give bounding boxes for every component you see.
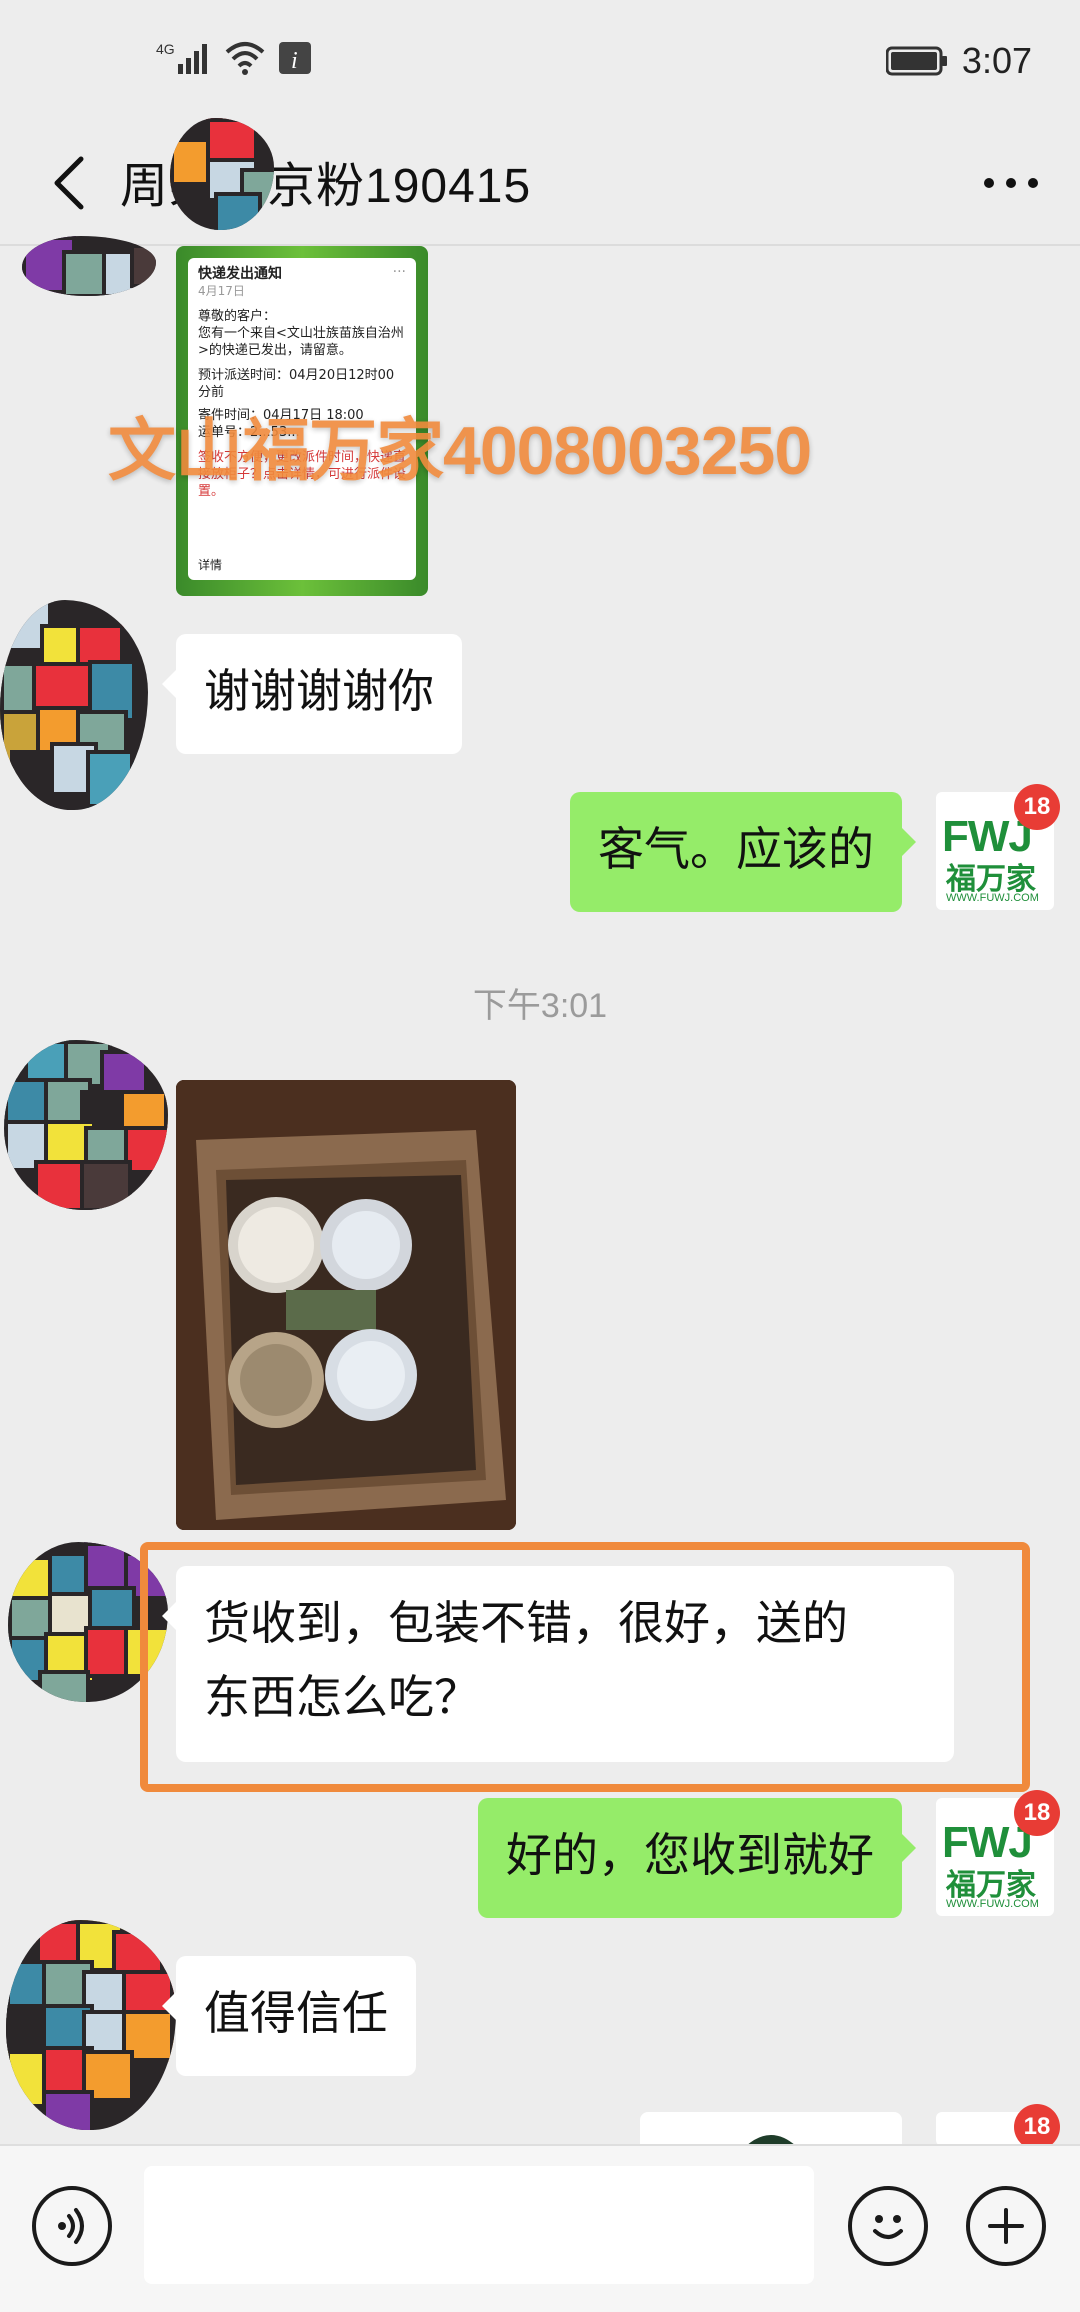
self-avatar[interactable]: FWJ 福万家 WWW.FUWJ.COM 18 <box>936 1790 1060 1916</box>
info-icon: i <box>279 42 311 74</box>
chevron-left-icon <box>54 156 84 210</box>
shared-photo[interactable] <box>176 1080 516 1530</box>
contact-avatar[interactable] <box>4 1040 168 1210</box>
message-bubble-out[interactable]: 好的，您收到就好 <box>478 1798 916 1918</box>
chat-header: 周某北京粉190415 <box>0 122 1080 246</box>
self-avatar[interactable]: 18 <box>936 2104 1060 2150</box>
fwj-logo-url: WWW.FUWJ.COM <box>946 892 1039 904</box>
status-bar: 4G i 3:07 <box>0 0 1080 122</box>
svg-text:4G: 4G <box>156 41 175 57</box>
contact-avatar[interactable] <box>6 1920 176 2130</box>
signal-icon: 4G <box>156 41 207 74</box>
notification-title: 快递发出通知 <box>198 266 282 282</box>
voice-button[interactable] <box>32 2186 112 2266</box>
plus-button[interactable] <box>966 2186 1046 2266</box>
title-mosaic <box>170 118 274 230</box>
voice-icon <box>58 2208 84 2244</box>
notification-detail-link[interactable]: 详情 <box>198 557 222 574</box>
message-bubble-in[interactable]: 值得信任 <box>162 1956 416 2076</box>
package-photo-image <box>176 1080 516 1530</box>
status-icons-right: 3:07 <box>885 40 1032 82</box>
more-dots-icon <box>984 178 1038 188</box>
emoji-icon <box>873 2215 903 2239</box>
self-avatar[interactable]: FWJ 福万家 WWW.FUWJ.COM 18 <box>936 784 1060 910</box>
partial-logo-icon <box>746 2135 796 2146</box>
battery-icon <box>885 46 947 76</box>
time-separator: 下午3:01 <box>472 987 608 1025</box>
contact-avatar[interactable] <box>0 600 148 810</box>
wifi-icon <box>225 42 265 75</box>
age-badge: 18 <box>1014 784 1060 830</box>
card-more-icon: ··· <box>392 264 406 280</box>
status-time: 3:07 <box>961 40 1032 81</box>
message-input[interactable] <box>144 2166 814 2284</box>
watermark-text: 文山福万家4008003250 <box>108 413 812 489</box>
partial-card-message[interactable] <box>640 2112 902 2146</box>
plus-icon <box>988 2208 1024 2244</box>
notification-body: 您有一个来自<文山壮族苗族自治州>的快递已发出，请留意。 <box>198 326 404 358</box>
back-button[interactable] <box>34 144 104 222</box>
message-bubble-in[interactable]: 谢谢谢谢你 <box>162 634 462 754</box>
emoji-button[interactable] <box>848 2186 928 2266</box>
svg-text:i: i <box>291 48 298 74</box>
message-bubble-out[interactable]: 客气。应该的 <box>570 792 916 912</box>
highlight-frame <box>140 1542 1030 1792</box>
status-icons-left: 4G i <box>156 40 312 76</box>
fwj-logo-url: WWW.FUWJ.COM <box>946 1898 1039 1910</box>
more-button[interactable] <box>976 158 1046 208</box>
contact-avatar[interactable] <box>22 236 156 296</box>
notification-date: 4月17日 <box>198 284 245 298</box>
input-bar <box>0 2144 1080 2312</box>
age-badge: 18 <box>1014 1790 1060 1836</box>
notification-greeting: 尊敬的客户： <box>198 309 277 324</box>
